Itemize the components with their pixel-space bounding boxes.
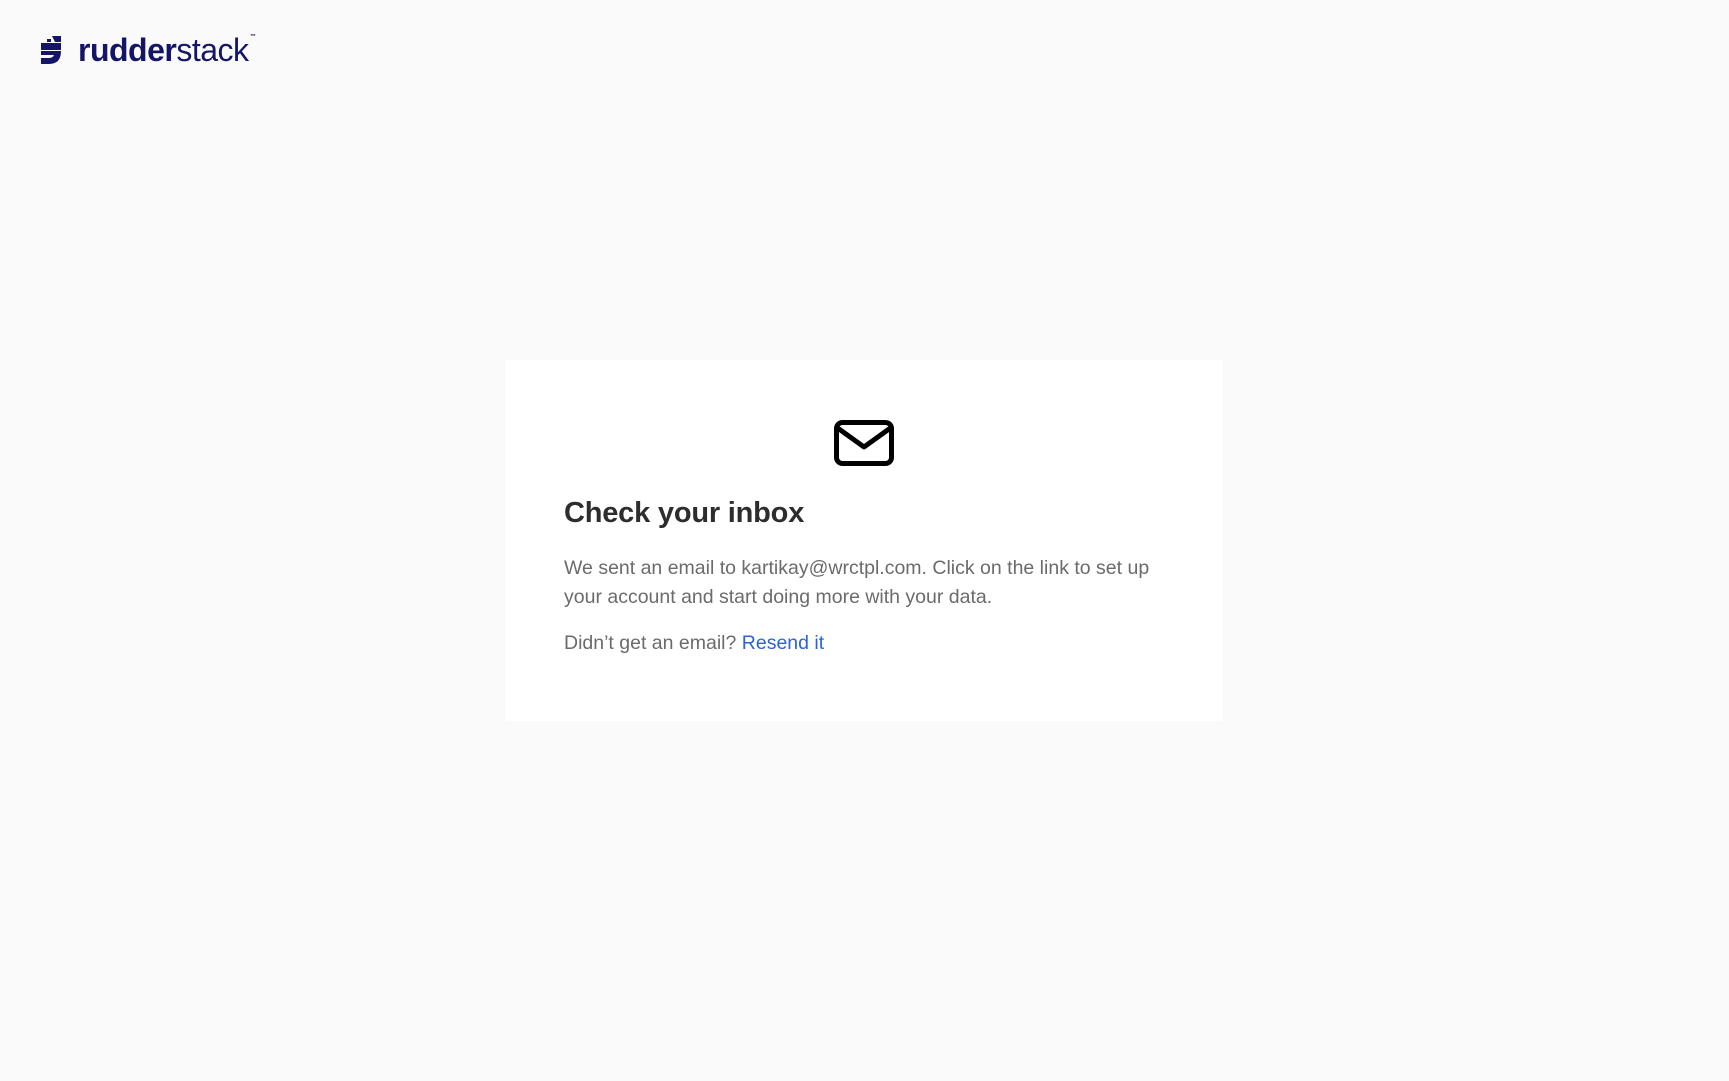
email-sent-message: We sent an email to kartikay@wrctpl.com.… [564,557,1150,608]
envelope-icon [834,420,894,466]
resend-row: Didn’t get an email? Resend it [564,632,1164,655]
resend-prompt: Didn’t get an email? [564,632,737,654]
brand-name-bold: rudder [78,32,177,68]
header: rudderstack ™ [40,32,256,68]
trademark-symbol: ™ [250,34,256,40]
brand-name-light: stack [176,32,249,68]
rudderstack-logo-icon [41,36,61,64]
card-title: Check your inbox [564,497,805,529]
resend-email-link[interactable]: Resend it [742,632,824,654]
check-inbox-card: Check your inbox We sent an email to kar… [506,360,1222,721]
brand-wordmark: rudderstack ™ [78,32,256,68]
